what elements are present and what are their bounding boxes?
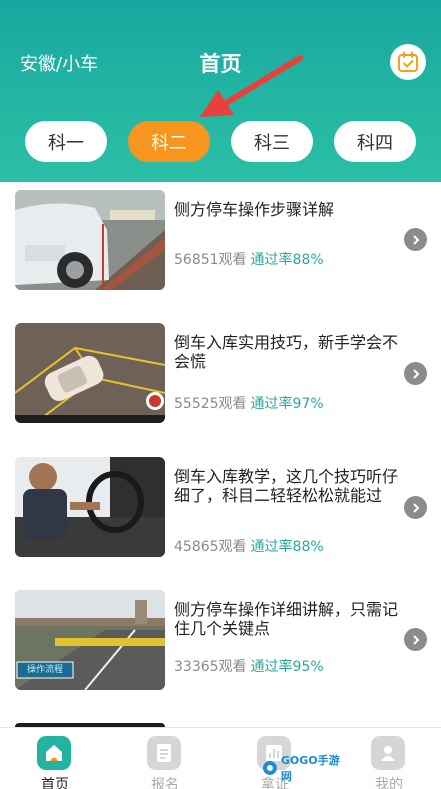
pass-rate: 通过率88% [250,539,324,555]
view-count: 55525观看 [174,396,247,412]
video-thumbnail[interactable] [15,323,165,423]
watermark: GOGO手游网 [262,754,350,783]
pass-rate: 通过率97% [250,396,324,412]
user-icon [371,736,405,770]
bottom-tab-bar: 首页 报名 拿证 我的 [0,727,441,789]
tabbar-label: 首页 [41,777,69,789]
list-item[interactable]: 侧方停车操作步骤详解 56851观看 通过率88% [0,182,441,312]
chevron-right-icon[interactable] [404,228,427,251]
tab-subject-3[interactable]: 科三 [231,121,313,162]
tab-subject-2[interactable]: 科二 [128,121,210,162]
page-title: 首页 [199,52,242,76]
chevron-right-icon[interactable] [404,362,427,385]
view-count: 45865观看 [174,539,247,555]
tabbar-label: 我的 [375,777,403,789]
video-list: 侧方停车操作步骤详解 56851观看 通过率88% 倒车入库实用技巧，新手学会不… [0,182,441,727]
chevron-right-icon[interactable] [404,496,427,519]
video-title: 侧方停车操作详细讲解，只需记住几个关键点 [174,600,399,638]
tabbar-item-profile[interactable]: 我的 [334,728,441,789]
document-icon [147,736,181,770]
calendar-button[interactable] [390,44,426,80]
pass-rate: 通过率95% [250,659,324,675]
video-meta: 33365观看 通过率95% [174,656,324,676]
video-thumbnail[interactable] [15,190,165,290]
video-thumbnail[interactable]: 操作流程 [15,590,165,690]
tab-subject-1[interactable]: 科一 [25,121,107,162]
watermark-logo-icon [262,761,277,775]
view-count: 56851观看 [174,252,247,268]
thumb-caption: 操作流程 [26,665,63,675]
tab-subject-4[interactable]: 科四 [334,121,416,162]
calendar-check-icon [398,51,418,72]
pass-rate: 通过率88% [250,252,324,268]
video-title: 倒车入库教学，这几个技巧听仔细了，科目二轻轻松松就能过 [174,467,399,505]
view-count: 33365观看 [174,659,247,675]
video-meta: 55525观看 通过率97% [174,393,324,413]
video-meta: 56851观看 通过率88% [174,249,324,269]
video-title: 侧方停车操作步骤详解 [174,200,335,219]
video-meta: 45865观看 通过率88% [174,536,324,556]
list-item[interactable]: 倒车入库实用技巧，新手学会不会慌 55525观看 通过率97% [0,315,441,445]
tabbar-item-home[interactable]: 首页 [0,728,110,789]
video-thumbnail[interactable] [15,457,165,557]
subject-tabs: 科一 科二 科三 科四 [0,121,441,163]
tabbar-item-signup[interactable]: 报名 [110,728,220,789]
home-icon [37,736,71,770]
header: 安徽/小车 首页 科一 科二 科三 科四 [0,0,441,182]
list-item[interactable]: 倒车入库教学，这几个技巧听仔细了，科目二轻轻松松就能过 45865观看 通过率88… [0,449,441,579]
video-title: 倒车入库实用技巧，新手学会不会慌 [174,333,399,371]
chevron-right-icon[interactable] [404,628,427,651]
watermark-text: GOGO手游网 [280,754,340,783]
list-item[interactable]: 操作流程 侧方停车操作详细讲解，只需记住几个关键点 33365观看 通过率95% [0,582,441,712]
tabbar-label: 报名 [151,777,179,789]
